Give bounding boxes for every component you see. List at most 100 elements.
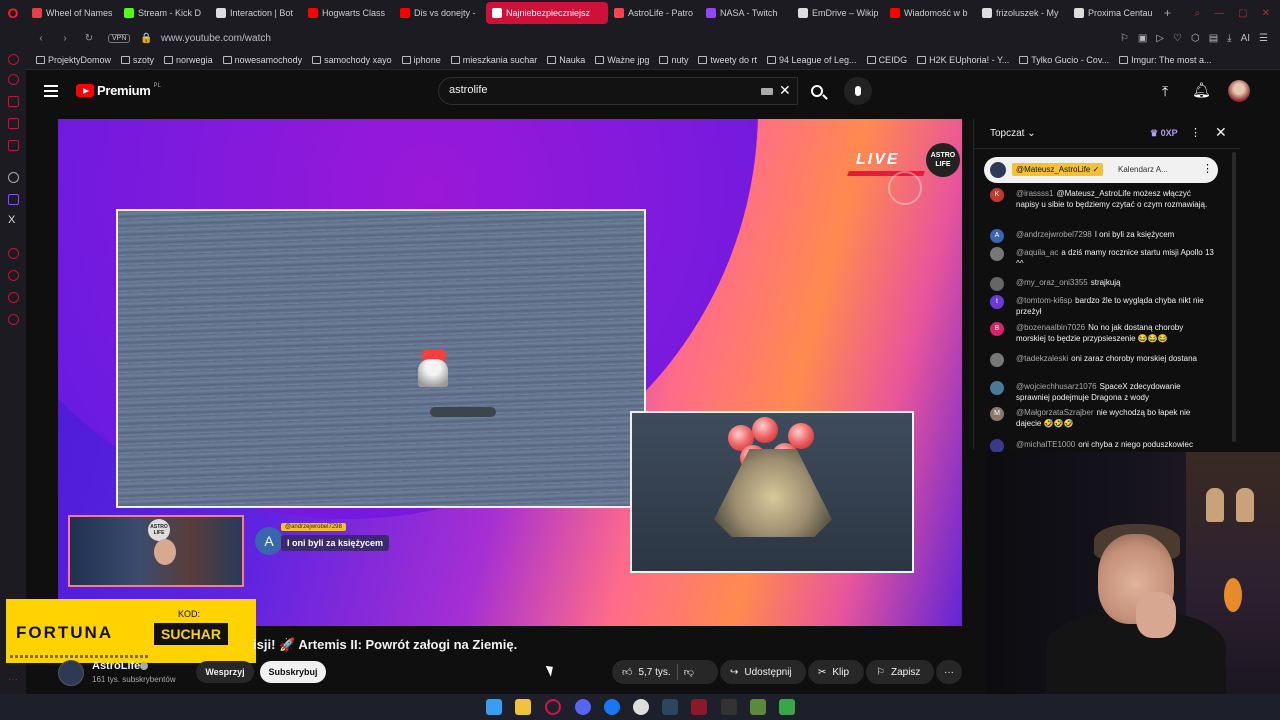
chat-points-badge[interactable]: ♛ 0XP [1150, 128, 1178, 139]
bookmark-item[interactable]: Ważne jpg [595, 55, 649, 65]
browser-tab[interactable]: NASA - Twitch [700, 2, 792, 24]
easy-setup-icon[interactable]: ☰ [1259, 33, 1268, 44]
clock-icon[interactable] [8, 270, 19, 281]
new-tab-button[interactable]: + [1164, 6, 1171, 20]
more-sidebar-icon[interactable]: ··· [8, 674, 18, 685]
facebook-icon[interactable] [604, 699, 620, 715]
bookmark-item[interactable]: H2K EUphoria! - Y... [917, 55, 1009, 65]
opera-taskbar-icon[interactable] [545, 699, 561, 715]
app-icon[interactable] [779, 699, 795, 715]
browser-tab[interactable]: Proxima Centau [1068, 2, 1160, 24]
bookmark-item[interactable]: iphone [401, 55, 441, 65]
more-actions-button[interactable]: ··· [936, 660, 962, 684]
obs-icon[interactable] [633, 699, 649, 715]
download-icon[interactable]: ⤓ [1227, 33, 1231, 44]
chat-username[interactable]: @bozenaalbin7026 [1016, 323, 1085, 332]
save-button[interactable]: ⚐ Zapisz [866, 660, 934, 684]
wallet-icon[interactable]: ▤ [1209, 33, 1218, 44]
bookmark-icon[interactable]: ⚐ [1120, 33, 1129, 44]
lock-icon[interactable]: 🔒 [140, 33, 152, 44]
search-tabs-icon[interactable]: ⌕ [1195, 8, 1201, 19]
bookmark-item[interactable]: 94 League of Leg... [766, 55, 857, 65]
keyboard-icon[interactable] [761, 88, 773, 95]
x-icon[interactable]: X [8, 214, 15, 226]
dislike-icon[interactable]: 👎︎ [684, 666, 694, 678]
forward-icon[interactable]: › [56, 33, 74, 44]
browser-tab[interactable]: Wiadomość w b [884, 2, 976, 24]
extensions-sidebar-icon[interactable] [8, 292, 19, 303]
bookmark-item[interactable]: Tylko Gucio - Cov... [1019, 55, 1109, 65]
browser-tab[interactable]: Najniebezpieczniejsz [486, 2, 608, 24]
youtube-premium-logo[interactable]: Premium PL [76, 83, 161, 98]
bookmark-item[interactable]: Nauka [547, 55, 585, 65]
notifications-bell-icon[interactable]: 🔔︎ [1192, 81, 1211, 99]
bookmark-item[interactable]: szoty [121, 55, 154, 65]
chat-menu-icon[interactable]: ⋮ [1190, 126, 1201, 139]
discord-icon[interactable] [575, 699, 591, 715]
browser-tab[interactable]: Interaction | Bot [210, 2, 302, 24]
clip-button[interactable]: ✂ Klip [808, 660, 864, 684]
opera-logo-icon[interactable]: O [0, 0, 26, 26]
subscribe-button[interactable]: Subskrybuj [260, 661, 326, 683]
aria-ai-button[interactable]: AI [1241, 33, 1250, 44]
chat-username[interactable]: @andrzejwrobel7298 [1016, 230, 1092, 239]
messenger-icon[interactable] [8, 140, 19, 151]
chat-username[interactable]: @wojciechhusarz1076 [1016, 382, 1097, 391]
bookmark-item[interactable]: mieszkania suchar [450, 55, 537, 65]
share-button[interactable]: ↪ Udostępnij [720, 660, 806, 684]
chat-username[interactable]: @tomtom-ki6sp [1016, 296, 1072, 305]
minimize-icon[interactable]: — [1214, 8, 1224, 19]
like-count[interactable]: 5,7 tys. [638, 667, 670, 678]
vpn-badge[interactable]: VPN [108, 33, 131, 43]
chat-username[interactable]: @tadekzaleski [1016, 354, 1068, 363]
maximize-icon[interactable]: ▢ [1238, 8, 1247, 19]
support-button[interactable]: Wesprzyj [196, 661, 254, 683]
search-input[interactable] [449, 84, 729, 96]
twitch-icon[interactable] [8, 194, 19, 205]
chat-username[interactable]: @michalTE1000 [1016, 440, 1075, 449]
bookmark-item[interactable]: ProjektyDomow [36, 55, 111, 65]
pinned-menu-icon[interactable]: ⋮ [1202, 162, 1213, 175]
hamburger-menu-icon[interactable] [44, 85, 58, 97]
steam-icon[interactable] [662, 699, 678, 715]
chat-scrollbar[interactable] [1232, 152, 1236, 442]
chatgpt-icon[interactable] [8, 172, 19, 183]
url-field[interactable]: www.youtube.com/watch [161, 33, 271, 44]
voice-search-button[interactable] [844, 77, 872, 105]
video-player[interactable]: LIVE ASTRO LIFE ASTRO LIFE A @andrzejwro… [58, 119, 962, 626]
chat-username[interactable]: @my_oraz_oni3355 [1016, 278, 1088, 287]
chat-mode-dropdown[interactable]: Topczat ⌄ [990, 128, 1036, 139]
home-icon[interactable] [8, 54, 19, 65]
chat-close-icon[interactable]: ✕ [1215, 124, 1227, 141]
bookmark-item[interactable]: nuty [659, 55, 688, 65]
bookmark-item[interactable]: Imgur: The most a... [1119, 55, 1212, 65]
clear-search-icon[interactable]: ✕ [779, 82, 791, 99]
minecraft-icon[interactable] [750, 699, 766, 715]
bag-icon[interactable] [8, 96, 19, 107]
music-icon[interactable] [8, 118, 19, 129]
settings-icon[interactable] [8, 314, 19, 325]
bookmark-item[interactable]: tweety do rt [698, 55, 757, 65]
back-icon[interactable]: ‹ [32, 33, 50, 44]
history-icon[interactable] [8, 74, 19, 85]
chat-username[interactable]: @aquila_ac [1016, 248, 1058, 257]
browser-tab[interactable]: AstroLife - Patro [608, 2, 700, 24]
search-button[interactable] [800, 77, 834, 105]
browser-tab[interactable]: frizoluszek - My [976, 2, 1068, 24]
reload-icon[interactable]: ↻ [80, 33, 98, 44]
windows-start-icon[interactable] [486, 699, 502, 715]
file-explorer-icon[interactable] [515, 699, 531, 715]
extensions-icon[interactable]: ⬡ [1191, 33, 1200, 44]
player-sidebar-icon[interactable] [8, 248, 19, 259]
heart-icon[interactable]: ♡ [1173, 33, 1182, 44]
bookmark-item[interactable]: samochody xayo [312, 55, 392, 65]
browser-tab[interactable]: Hogwarts Class [302, 2, 394, 24]
player-icon[interactable]: ▷ [1156, 33, 1164, 44]
create-icon[interactable]: ⤒ [1162, 83, 1168, 100]
chat-username[interactable]: @irassss1 [1016, 189, 1053, 198]
pinned-message[interactable]: @Mateusz_AstroLife ✓ Kalendarz A... ⋮ [984, 157, 1218, 183]
browser-tab[interactable]: Stream - Kick D [118, 2, 210, 24]
channel-name[interactable]: AstroLife [92, 660, 140, 672]
like-icon[interactable]: 👍︎ [622, 666, 632, 678]
channel-avatar[interactable] [58, 660, 84, 686]
